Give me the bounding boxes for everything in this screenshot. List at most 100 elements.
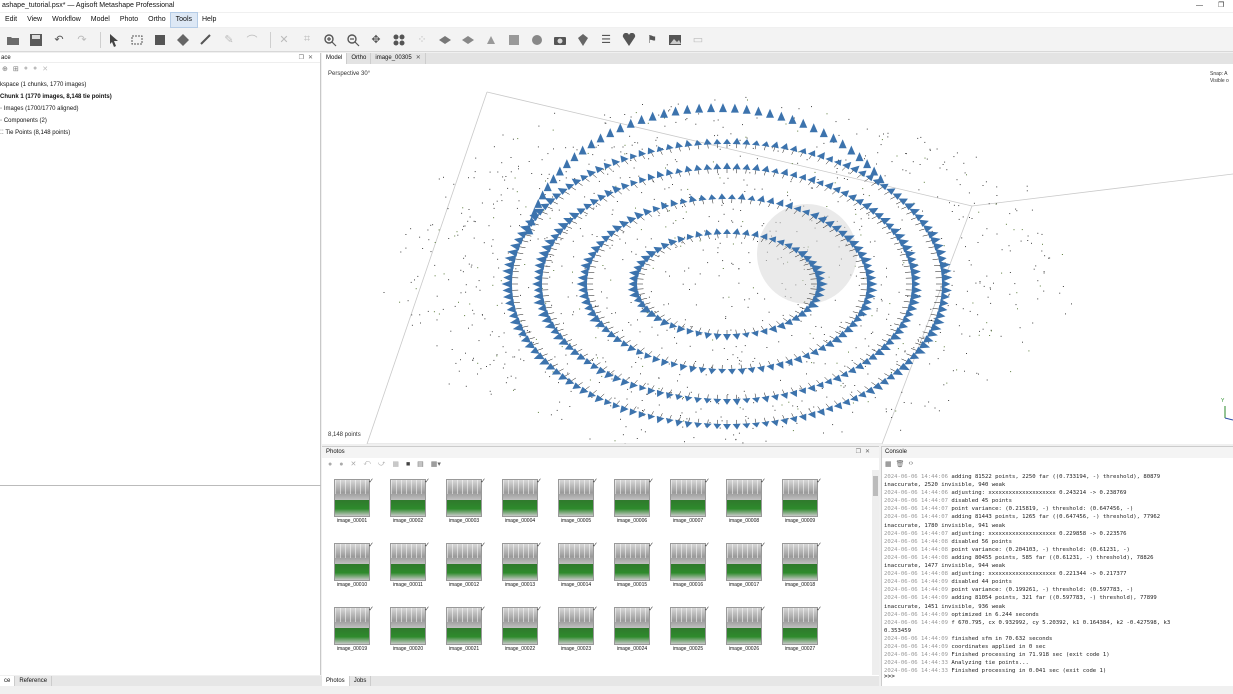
dense-cloud-icon[interactable]	[436, 31, 454, 49]
menu-model[interactable]: Model	[86, 13, 115, 27]
view-icons-icon[interactable]: ▦▾	[431, 460, 441, 468]
menu-tools[interactable]: Tools	[169, 12, 199, 28]
panel-controls[interactable]: ❐✕	[299, 53, 320, 62]
menu-ortho[interactable]: Ortho	[143, 13, 171, 27]
texture-icon[interactable]	[482, 31, 500, 49]
delete-selection-icon[interactable]: ✕	[275, 31, 293, 49]
tab-photos[interactable]: Photos	[322, 676, 350, 686]
disable-icon[interactable]: ●	[24, 65, 28, 72]
rotate-right-icon[interactable]: ⤻	[378, 460, 385, 468]
minimize-button[interactable]: —	[1196, 0, 1203, 12]
tab-model[interactable]: Model	[322, 53, 348, 64]
photo-thumbnail[interactable]: ✓ image_00020	[390, 606, 430, 655]
photo-thumbnail[interactable]: ✓ image_00005	[558, 478, 598, 527]
photo-thumbnail[interactable]: ✓ image_00024	[614, 606, 654, 655]
photo-thumbnail[interactable]: ✓ image_00017	[726, 542, 766, 591]
photo-thumbnail[interactable]: ✓ image_00011	[390, 542, 430, 591]
tree-root[interactable]: kspace (1 chunks, 1770 images)	[0, 79, 320, 91]
menu-workflow[interactable]: Workflow	[47, 13, 86, 27]
photo-thumbnail[interactable]: ✓ image_00007	[670, 478, 710, 527]
console-prompt[interactable]: >>>	[884, 673, 895, 680]
photo-thumbnail[interactable]: ✓ image_00001	[334, 478, 374, 527]
photos-scrollbar[interactable]	[872, 470, 879, 675]
crop-selection-icon[interactable]: ⌗	[298, 31, 316, 49]
dem-icon[interactable]: ▭	[689, 31, 707, 49]
photo-thumbnail[interactable]: ✓ image_00021	[446, 606, 486, 655]
redo-icon[interactable]: ↷	[73, 31, 91, 49]
tiled-model-icon[interactable]	[505, 31, 523, 49]
show-cameras-icon[interactable]	[390, 31, 408, 49]
close-icon[interactable]: ✕	[416, 55, 421, 61]
region-icon[interactable]	[151, 31, 169, 49]
menu-edit[interactable]: Edit	[0, 13, 22, 27]
draw-polyline-icon[interactable]: ✎	[220, 31, 238, 49]
save-icon[interactable]	[27, 31, 45, 49]
reset-filter-icon[interactable]: ▦	[392, 460, 399, 468]
tab-image[interactable]: image_00305 ✕	[371, 53, 426, 64]
photo-thumbnail[interactable]: ✓ image_00004	[502, 478, 542, 527]
navigation-cursor-icon[interactable]	[105, 31, 123, 49]
photo-thumbnail[interactable]: ✓ image_00010	[334, 542, 374, 591]
enable-icon[interactable]: ●	[33, 65, 37, 72]
menu-photo[interactable]: Photo	[115, 13, 143, 27]
markers-icon[interactable]	[574, 31, 592, 49]
ruler-icon[interactable]	[197, 31, 215, 49]
add-chunk-icon[interactable]: ⊕	[2, 65, 8, 73]
orthomosaic-icon[interactable]	[666, 31, 684, 49]
clear-log-icon[interactable]: 🗑	[896, 460, 905, 468]
undo-icon[interactable]: ↶	[50, 31, 68, 49]
menu-view[interactable]: View	[22, 13, 47, 27]
menu-help[interactable]: Help	[197, 13, 221, 27]
photo-thumbnail[interactable]: ✓ image_00002	[390, 478, 430, 527]
tab-workspace[interactable]: ce	[0, 676, 16, 686]
photo-thumbnail[interactable]: ✓ image_00025	[670, 606, 710, 655]
photo-thumbnail[interactable]: ✓ image_00013	[502, 542, 542, 591]
filter-icon[interactable]: ■	[406, 461, 410, 468]
tree-images[interactable]: ▫ Images (1700/1770 aligned)	[0, 103, 320, 115]
photo-thumbnail[interactable]: ✓ image_00022	[502, 606, 542, 655]
photo-thumbnail[interactable]: ✓ image_00016	[670, 542, 710, 591]
rectangle-selection-icon[interactable]	[128, 31, 146, 49]
photo-thumbnail[interactable]: ✓ image_00003	[446, 478, 486, 527]
scroll-thumb[interactable]	[873, 476, 878, 496]
photo-thumbnail[interactable]: ✓ image_00012	[446, 542, 486, 591]
flag-icon[interactable]: ⚑	[643, 31, 661, 49]
save-log-icon[interactable]: ▦	[885, 460, 892, 468]
model-viewport[interactable]: Perspective 30° 8,148 points Snap: A Vis…	[322, 64, 1233, 444]
tab-reference[interactable]: Reference	[15, 676, 53, 686]
zoom-out-icon[interactable]	[344, 31, 362, 49]
view-list-icon[interactable]: ▤	[417, 460, 424, 468]
photo-thumbnail[interactable]: ✓ image_00023	[558, 606, 598, 655]
layers-icon[interactable]: ☰	[597, 31, 615, 49]
maximize-button[interactable]: ❐	[1218, 0, 1224, 12]
tree-components[interactable]: ▫ Components (2)	[0, 115, 320, 127]
photo-thumbnail[interactable]: ✓ image_00006	[614, 478, 654, 527]
tie-points-icon[interactable]: ⁘	[413, 31, 431, 49]
photo-thumbnail[interactable]: ✓ image_00014	[558, 542, 598, 591]
tab-jobs[interactable]: Jobs	[350, 676, 372, 686]
photo-thumbnail[interactable]: ✓ image_00019	[334, 606, 374, 655]
photo-thumbnail[interactable]: ✓ image_00026	[726, 606, 766, 655]
zoom-in-icon[interactable]	[321, 31, 339, 49]
add-photos-icon[interactable]: ⊞	[13, 65, 19, 73]
globe-icon[interactable]	[528, 31, 546, 49]
shapes-icon[interactable]	[620, 31, 638, 49]
remove-icon[interactable]: ✕	[42, 65, 48, 73]
photo-thumbnail[interactable]: ✓ image_00018	[782, 542, 822, 591]
reset-view-icon[interactable]: ✥	[367, 31, 385, 49]
photo-thumbnail[interactable]: ✓ image_00008	[726, 478, 766, 527]
camera-icon[interactable]	[551, 31, 569, 49]
rotate-region-icon[interactable]	[174, 31, 192, 49]
remove-camera-icon[interactable]: ✕	[350, 460, 356, 468]
execute-script-icon[interactable]: ‹›	[909, 460, 914, 467]
photo-thumbnail[interactable]: ✓ image_00009	[782, 478, 822, 527]
photo-thumbnail[interactable]: ✓ image_00027	[782, 606, 822, 655]
tab-ortho[interactable]: Ortho	[347, 53, 372, 64]
mesh-icon[interactable]	[459, 31, 477, 49]
tree-tie-points[interactable]: ⁚⁚ Tie Points (8,148 points)	[0, 127, 320, 139]
panel-controls[interactable]: ❐✕	[856, 447, 879, 458]
tree-chunk[interactable]: Chunk 1 (1770 images, 8,148 tie points)	[0, 91, 320, 103]
enable-camera-icon[interactable]: ●	[328, 461, 332, 468]
open-icon[interactable]	[4, 31, 22, 49]
photo-thumbnail[interactable]: ✓ image_00015	[614, 542, 654, 591]
